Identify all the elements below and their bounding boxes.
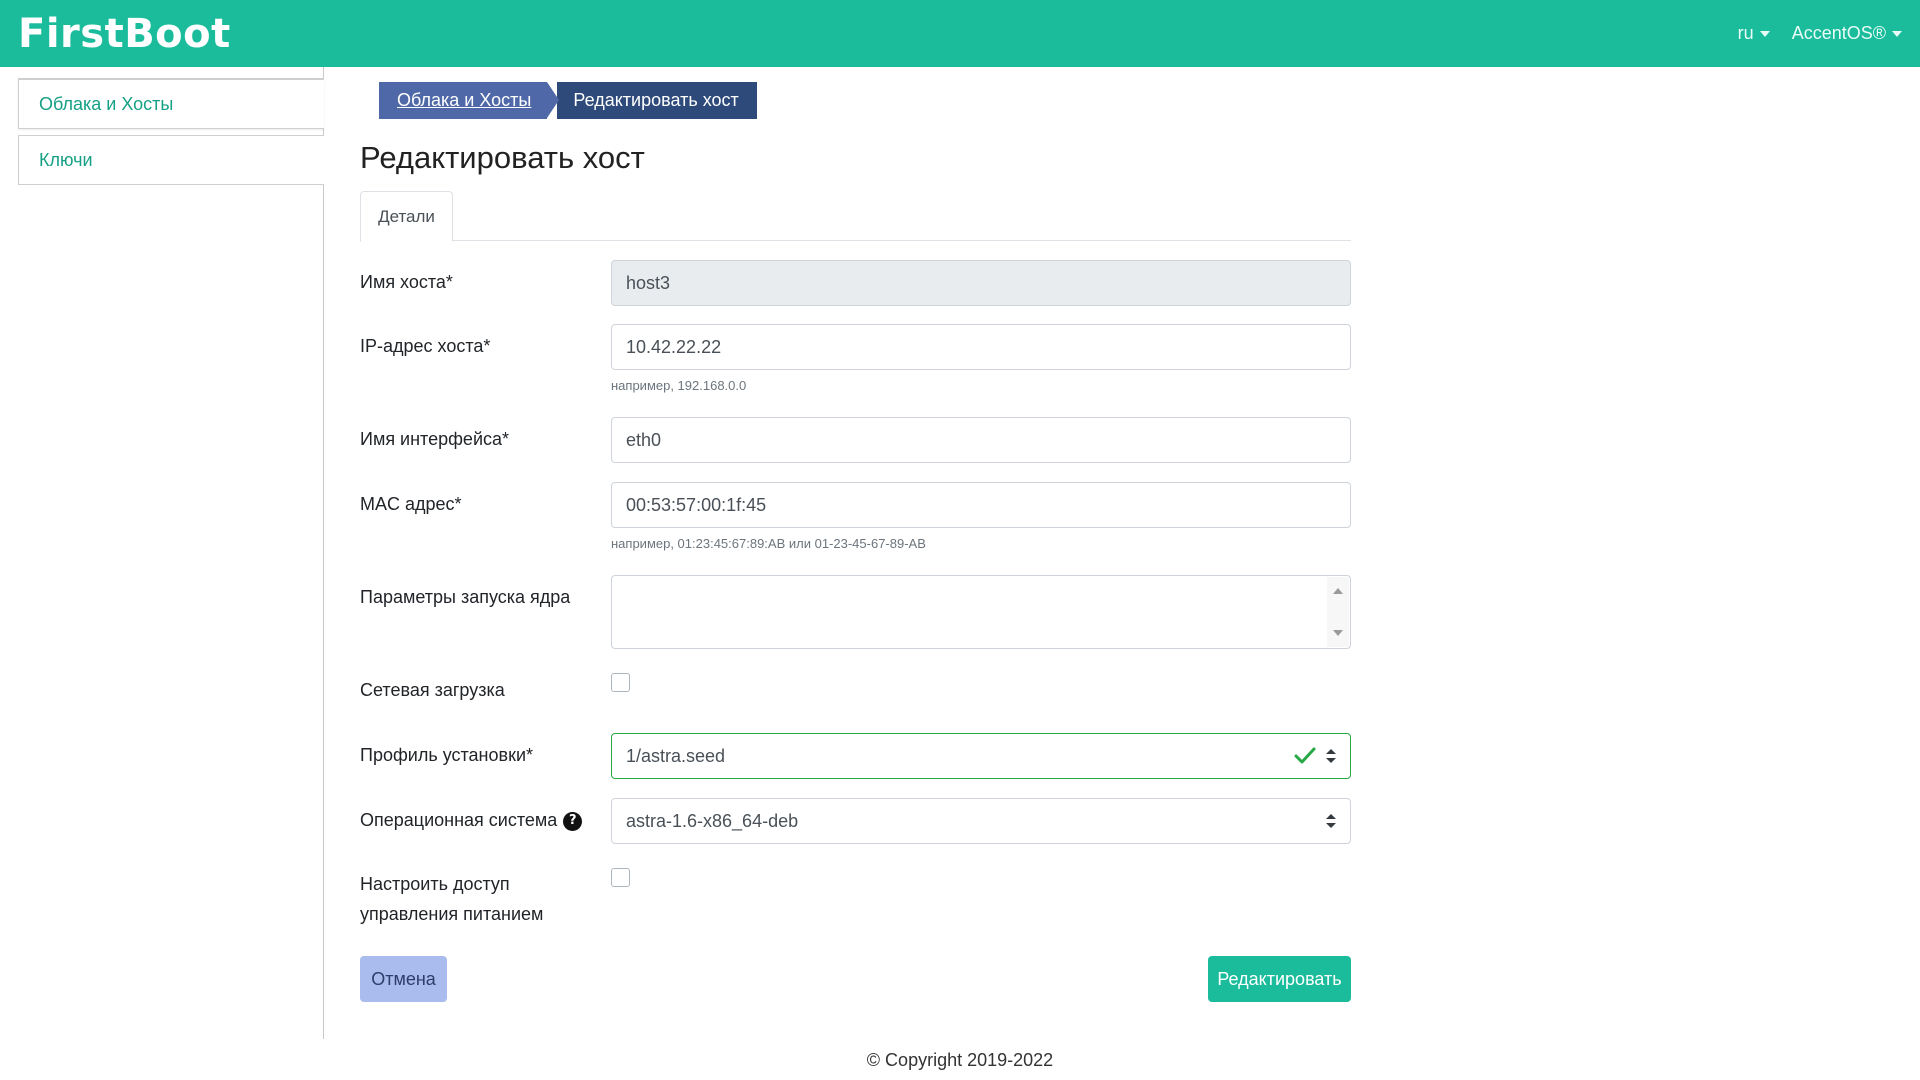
- netboot-label: Сетевая загрузка: [360, 680, 505, 700]
- textarea-scrollbar[interactable]: [1327, 577, 1349, 647]
- profile-select[interactable]: 1/astra.seed: [611, 733, 1351, 779]
- netboot-checkbox[interactable]: [611, 673, 630, 692]
- sidebar-divider: [18, 67, 324, 79]
- sidebar-item-label: Облака и Хосты: [39, 93, 174, 114]
- scroll-up-icon[interactable]: [1333, 588, 1343, 594]
- interface-field[interactable]: eth0: [611, 417, 1351, 463]
- checkmark-icon: [1294, 747, 1316, 764]
- edit-submit-button[interactable]: Редактировать: [1208, 956, 1351, 1002]
- breadcrumb-separator-icon: [547, 82, 560, 118]
- mac-field[interactable]: 00:53:57:00:1f:45: [611, 482, 1351, 528]
- language-label: ru: [1737, 23, 1754, 43]
- kernel-params-label: Параметры запуска ядра: [360, 587, 571, 607]
- os-value: astra-1.6-x86_64-deb: [626, 810, 799, 831]
- breadcrumb-link-clouds-hosts[interactable]: Облака и Хосты: [379, 82, 548, 119]
- cancel-button[interactable]: Отмена: [360, 956, 447, 1002]
- profile-label: Профиль установки*: [360, 745, 534, 765]
- navbar-right: ru AccentOS®: [1738, 23, 1902, 44]
- language-dropdown[interactable]: ru: [1738, 23, 1770, 44]
- brand-logo[interactable]: FirstBoot: [18, 11, 231, 57]
- sidebar-item-label: Ключи: [39, 149, 93, 170]
- ip-value: 10.42.22.22: [626, 336, 722, 357]
- power-access-label: Настроить доступ управления питанием: [360, 874, 544, 924]
- ip-help-text: например, 192.168.0.0: [611, 378, 747, 393]
- mac-value: 00:53:57:00:1f:45: [626, 494, 767, 515]
- caret-down-icon: [1759, 30, 1770, 37]
- sidebar-item-keys[interactable]: Ключи: [18, 135, 324, 185]
- user-label: AccentOS®: [1791, 23, 1886, 43]
- page-title: Редактировать хост: [360, 140, 645, 175]
- tab-bar: Детали: [360, 191, 1351, 242]
- user-dropdown[interactable]: AccentOS®: [1792, 23, 1902, 44]
- hostname-field: host3: [611, 260, 1351, 306]
- scroll-down-icon[interactable]: [1333, 630, 1343, 636]
- sidebar: Облака и Хосты Ключи: [0, 67, 324, 1039]
- select-arrows-icon: [1326, 814, 1336, 828]
- top-navbar: FirstBoot ru AccentOS®: [0, 0, 1920, 67]
- interface-value: eth0: [626, 429, 662, 450]
- mac-help-text: например, 01:23:45:67:89:AB или 01-23-45…: [611, 536, 926, 551]
- footer-copyright: © Copyright 2019-2022: [866, 1050, 1054, 1070]
- breadcrumb-current: Редактировать хост: [557, 82, 757, 119]
- power-access-checkbox[interactable]: [611, 868, 630, 887]
- hostname-label: Имя хоста*: [360, 272, 453, 292]
- mac-label: MAC адрес*: [360, 494, 462, 514]
- os-label: Операционная система?: [360, 805, 583, 835]
- question-icon[interactable]: ?: [563, 811, 583, 831]
- hostname-value: host3: [626, 272, 671, 293]
- kernel-params-textarea[interactable]: [611, 575, 1351, 649]
- caret-down-icon: [1892, 30, 1902, 37]
- select-arrows-icon: [1326, 749, 1336, 763]
- profile-value: 1/astra.seed: [626, 745, 726, 766]
- tab-details[interactable]: Детали: [360, 191, 453, 242]
- os-label-text: Операционная система: [360, 810, 558, 830]
- ip-field[interactable]: 10.42.22.22: [611, 324, 1351, 370]
- os-select[interactable]: astra-1.6-x86_64-deb: [611, 798, 1351, 844]
- interface-label: Имя интерфейса*: [360, 429, 510, 449]
- breadcrumb: Облака и Хосты Редактировать хост: [379, 82, 757, 119]
- ip-label: IP-адрес хоста*: [360, 336, 491, 356]
- sidebar-item-clouds-hosts[interactable]: Облака и Хосты: [18, 79, 324, 129]
